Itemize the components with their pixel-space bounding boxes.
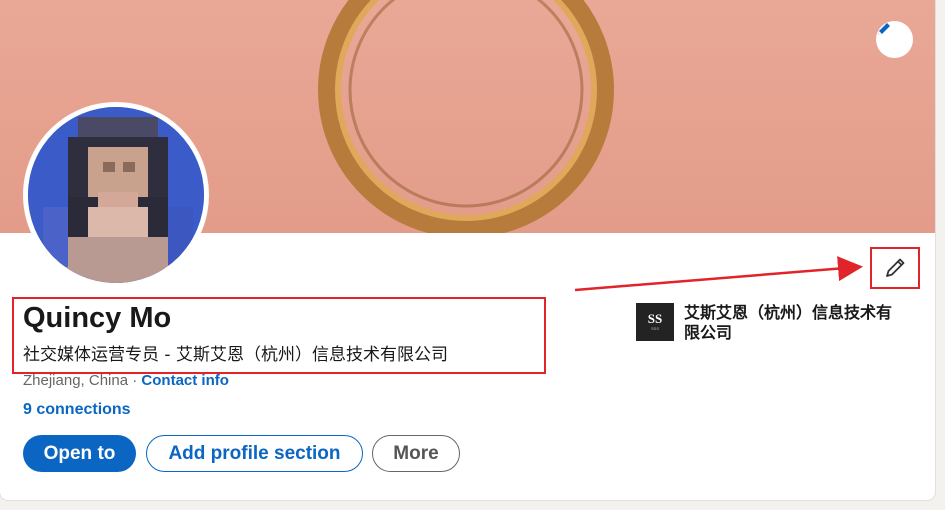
profile-card: Quincy Mo 社交媒体运营专员 - 艾斯艾恩（杭州）信息技术有限公司 Zh… [0, 0, 935, 500]
add-profile-section-button[interactable]: Add profile section [146, 435, 363, 472]
profile-name: Quincy Mo [23, 302, 172, 334]
pencil-icon [878, 23, 890, 35]
separator: · [128, 372, 142, 389]
avatar [28, 107, 204, 283]
contact-info-link[interactable]: Contact info [141, 372, 229, 389]
company-logo: SS SSS [636, 303, 674, 341]
edit-intro-button[interactable] [870, 247, 920, 289]
location-line: Zhejiang, China · Contact info [23, 372, 229, 389]
edit-banner-button[interactable] [876, 21, 913, 58]
pencil-icon [886, 258, 905, 277]
profile-headline: 社交媒体运营专员 - 艾斯艾恩（杭州）信息技术有限公司 [23, 345, 448, 365]
open-to-button[interactable]: Open to [23, 435, 136, 472]
profile-photo[interactable] [23, 102, 209, 288]
connections-link[interactable]: 9 connections [23, 401, 131, 419]
location-text: Zhejiang, China [23, 372, 129, 389]
more-button[interactable]: More [372, 435, 460, 472]
company-logo-caption: SSS [650, 326, 659, 331]
current-company[interactable]: SS SSS 艾斯艾恩（杭州）信息技术有限公司 [636, 303, 906, 343]
company-name: 艾斯艾恩（杭州）信息技术有限公司 [684, 303, 893, 342]
company-logo-mark: SS [647, 311, 663, 326]
avatar-pixelated-image [28, 107, 204, 283]
